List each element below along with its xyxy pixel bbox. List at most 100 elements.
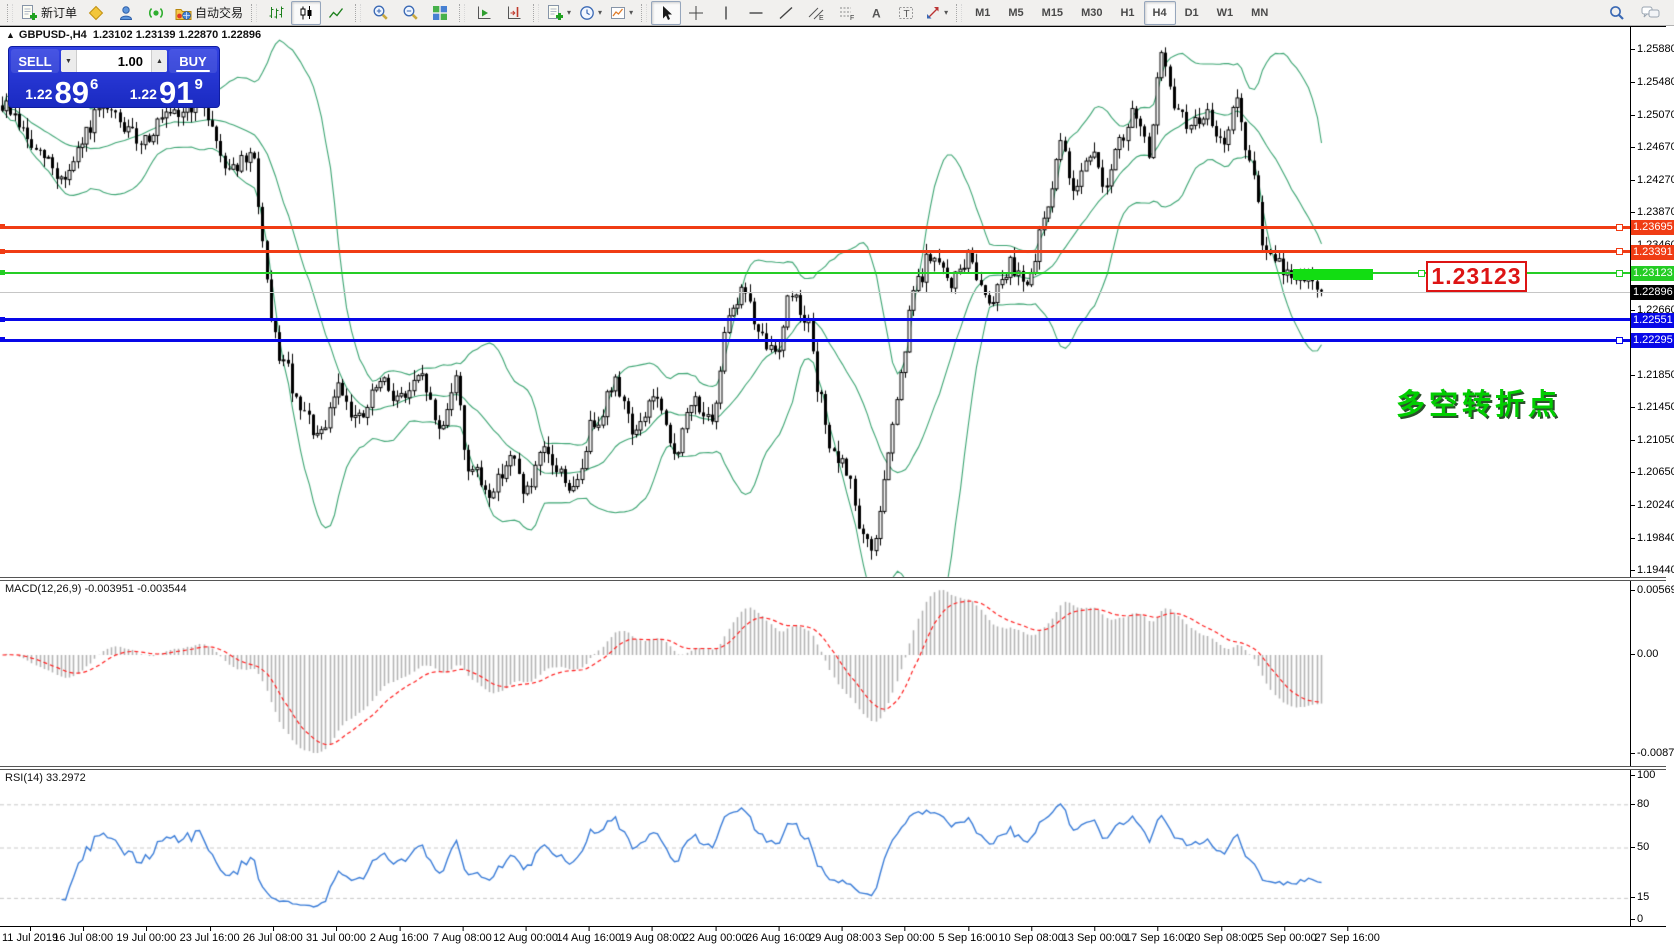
channel-icon: E	[808, 5, 825, 21]
new-order-button[interactable]: 新订单	[17, 1, 81, 25]
toolbar-grip	[533, 4, 539, 22]
timeframe-label: MN	[1246, 7, 1273, 19]
bar-chart-button[interactable]	[261, 1, 291, 25]
price-line-123391[interactable]	[0, 250, 1630, 253]
turning-point-text[interactable]: 多空转折点	[1396, 381, 1561, 423]
search-icon	[1608, 4, 1625, 21]
search-button[interactable]	[1601, 1, 1631, 25]
text-button[interactable]: A	[861, 1, 891, 25]
vline-icon	[718, 5, 734, 21]
trendline-button[interactable]	[771, 1, 801, 25]
timeframe-d1[interactable]: D1	[1176, 1, 1208, 25]
line-left-marker[interactable]	[0, 337, 5, 342]
svg-text:A: A	[872, 6, 881, 20]
signals-button[interactable]	[141, 1, 171, 25]
text-label-button[interactable]: T	[891, 1, 921, 25]
time-axis-label: 16 Jul 08:00	[53, 932, 113, 944]
auto-scroll-button[interactable]	[469, 1, 499, 25]
timeframe-w1[interactable]: W1	[1208, 1, 1243, 25]
fibonacci-button[interactable]: F	[831, 1, 861, 25]
toolbar: 新订单自动交易▾▾▾EFAT▾M1M5M15M30H1H4D1W1MN	[0, 0, 1674, 26]
buy-button[interactable]: BUY	[169, 49, 217, 73]
one-click-prices: 1.22 89 6 1.22 91 9	[11, 74, 217, 107]
zoom-out-button[interactable]	[395, 1, 425, 25]
price-tick-label: 1.24270	[1637, 174, 1674, 186]
line-left-marker[interactable]	[0, 224, 5, 229]
volume-stepper: ▼ 1.00 ▲	[61, 50, 167, 72]
chart-shift-button[interactable]	[499, 1, 529, 25]
svg-text:F: F	[850, 15, 854, 21]
volume-value[interactable]: 1.00	[77, 50, 151, 72]
sell-button[interactable]: SELL	[11, 49, 59, 73]
arrows-button[interactable]: ▾	[921, 1, 952, 25]
horizontal-line-button[interactable]	[741, 1, 771, 25]
price-line-122295[interactable]	[0, 339, 1630, 342]
bid-price-axis-label: 1.22896	[1631, 285, 1674, 300]
vertical-line-button[interactable]	[711, 1, 741, 25]
rsi-tick-label: 15	[1637, 891, 1649, 903]
price-line-122551[interactable]	[0, 318, 1630, 321]
metaeditor-button[interactable]	[81, 1, 111, 25]
rsi-pane-separator[interactable]	[0, 766, 1666, 770]
sell-price[interactable]: 1.22 89 6	[11, 74, 113, 107]
svg-text:E: E	[819, 15, 824, 21]
cursor-button[interactable]	[651, 1, 681, 25]
line-anchor-marker[interactable]	[1418, 270, 1425, 277]
chart-canvas[interactable]	[0, 0, 1674, 949]
price-tick-label: 1.21050	[1637, 434, 1674, 446]
chart-ohlc-title: ▲GBPUSD-,H4 1.23102 1.23139 1.22870 1.22…	[6, 29, 261, 41]
zoom-in-button[interactable]	[365, 1, 395, 25]
price-tick-label: 1.23870	[1637, 206, 1674, 218]
tile-windows-button[interactable]	[425, 1, 455, 25]
cursor-icon	[658, 5, 674, 21]
toolbar-grip	[956, 4, 962, 22]
line-drag-marker[interactable]	[1616, 248, 1623, 255]
periods-button[interactable]: ▾	[575, 1, 606, 25]
bar-chart-icon	[268, 5, 284, 21]
time-axis-label: 25 Sep 00:00	[1251, 932, 1316, 944]
indicators-button[interactable]: ▾	[543, 1, 575, 25]
crosshair-button[interactable]	[681, 1, 711, 25]
autotrading-button[interactable]: 自动交易	[171, 1, 247, 25]
time-axis-label: 7 Aug 08:00	[433, 932, 492, 944]
timeframe-label: H1	[1115, 7, 1139, 19]
market-button[interactable]	[111, 1, 141, 25]
candlestick-chart-button[interactable]	[291, 1, 321, 25]
price-line-123695[interactable]	[0, 226, 1630, 229]
timeframe-m30[interactable]: M30	[1072, 1, 1111, 25]
buy-price-big: 91	[159, 80, 193, 105]
one-click-trading-panel: SELL ▼ 1.00 ▲ BUY 1.22 89 6 1.22 91 9	[8, 46, 220, 108]
line-drag-marker[interactable]	[1616, 337, 1623, 344]
time-axis-label: 29 Aug 08:00	[809, 932, 874, 944]
line-left-marker[interactable]	[0, 249, 5, 254]
line-drag-marker[interactable]	[1616, 224, 1623, 231]
timeframe-h1[interactable]: H1	[1111, 1, 1143, 25]
green-highlight-rectangle[interactable]	[1293, 269, 1373, 280]
equidistant-channel-button[interactable]: E	[801, 1, 831, 25]
templates-button[interactable]: ▾	[606, 1, 637, 25]
sell-price-pip: 6	[90, 74, 98, 93]
macd-pane-separator[interactable]	[0, 577, 1666, 581]
macd-tick-label: -0.008717	[1637, 747, 1674, 759]
chat-button[interactable]	[1635, 1, 1665, 25]
volume-decrease-button[interactable]: ▼	[61, 50, 77, 72]
line-left-marker[interactable]	[0, 317, 5, 322]
line-left-marker[interactable]	[0, 270, 5, 275]
chart-shift-icon	[506, 5, 523, 21]
price-line-123123[interactable]	[0, 272, 1630, 274]
line-chart-button[interactable]	[321, 1, 351, 25]
timeframe-h4[interactable]: H4	[1144, 1, 1176, 25]
timeframe-mn[interactable]: MN	[1242, 1, 1277, 25]
signal-icon	[148, 5, 164, 21]
price-callout-box[interactable]: 1.23123	[1426, 261, 1527, 292]
line-drag-marker[interactable]	[1616, 270, 1623, 277]
quote-panel-collapse-icon[interactable]: ▲	[6, 30, 15, 40]
time-axis-label: 3 Sep 00:00	[875, 932, 934, 944]
volume-increase-button[interactable]: ▲	[151, 50, 167, 72]
trendline-icon	[778, 5, 794, 21]
price-tick-label: 1.19840	[1637, 532, 1674, 544]
timeframe-m5[interactable]: M5	[999, 1, 1032, 25]
timeframe-m15[interactable]: M15	[1033, 1, 1072, 25]
timeframe-m1[interactable]: M1	[966, 1, 999, 25]
buy-price[interactable]: 1.22 91 9	[116, 74, 218, 107]
